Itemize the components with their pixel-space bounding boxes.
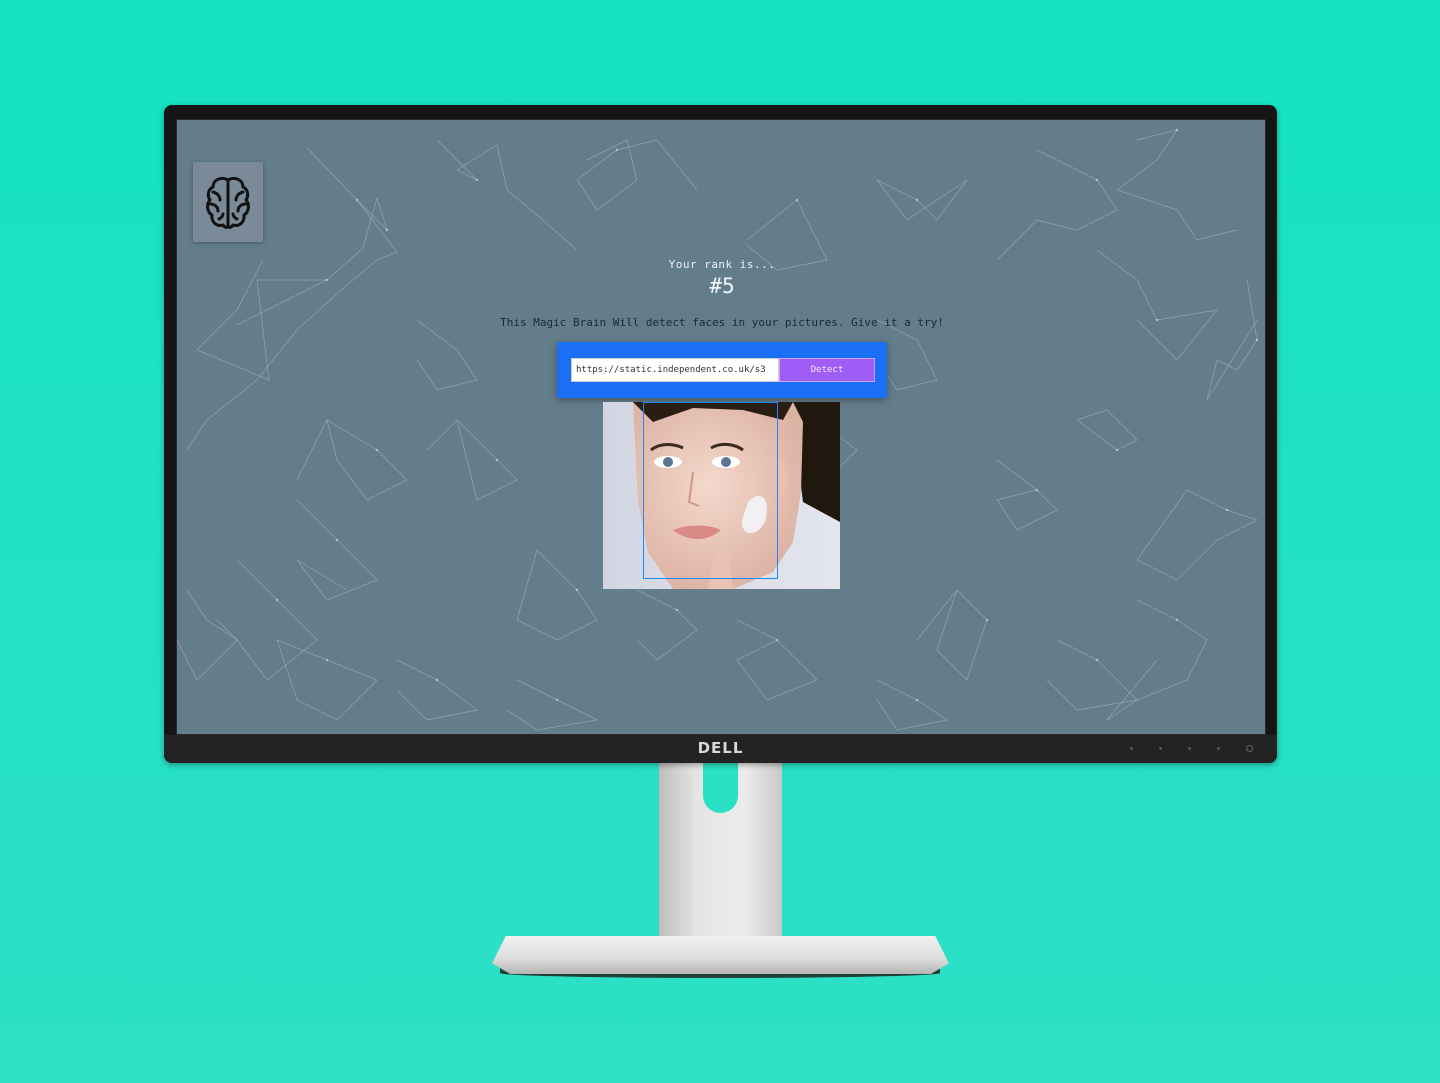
monitor-button-dot	[1217, 747, 1220, 750]
detect-button[interactable]: Detect	[779, 358, 875, 382]
brain-logo-tile[interactable]	[193, 162, 263, 242]
image-url-form: https://static.independent.co.uk/s3 Dete…	[557, 342, 887, 398]
brain-icon	[206, 176, 250, 229]
monitor-brand-logo: DELL	[697, 739, 744, 757]
tagline-text: This Magic Brain Will detect faces in yo…	[500, 316, 944, 329]
monitor-bezel: Your rank is... #5 This Magic Brain Will…	[164, 105, 1277, 763]
app-screen: Your rank is... #5 This Magic Brain Will…	[176, 119, 1266, 735]
monitor-buttons	[1130, 745, 1253, 752]
stand-cable-hole	[703, 763, 738, 813]
detected-photo	[603, 402, 840, 589]
scene: Your rank is... #5 This Magic Brain Will…	[0, 0, 1440, 1083]
monitor-stand-neck	[659, 763, 782, 941]
monitor-stand-base	[492, 936, 949, 974]
monitor-button-dot	[1159, 747, 1162, 750]
monitor-chin: DELL	[164, 735, 1277, 763]
power-icon	[1246, 745, 1253, 752]
monitor-button-dot	[1130, 747, 1133, 750]
rank-value: #5	[709, 274, 735, 298]
rank-label: Your rank is...	[668, 258, 776, 271]
face-bounding-box	[643, 402, 778, 579]
monitor-button-dot	[1188, 747, 1191, 750]
image-url-input[interactable]: https://static.independent.co.uk/s3	[571, 358, 779, 382]
